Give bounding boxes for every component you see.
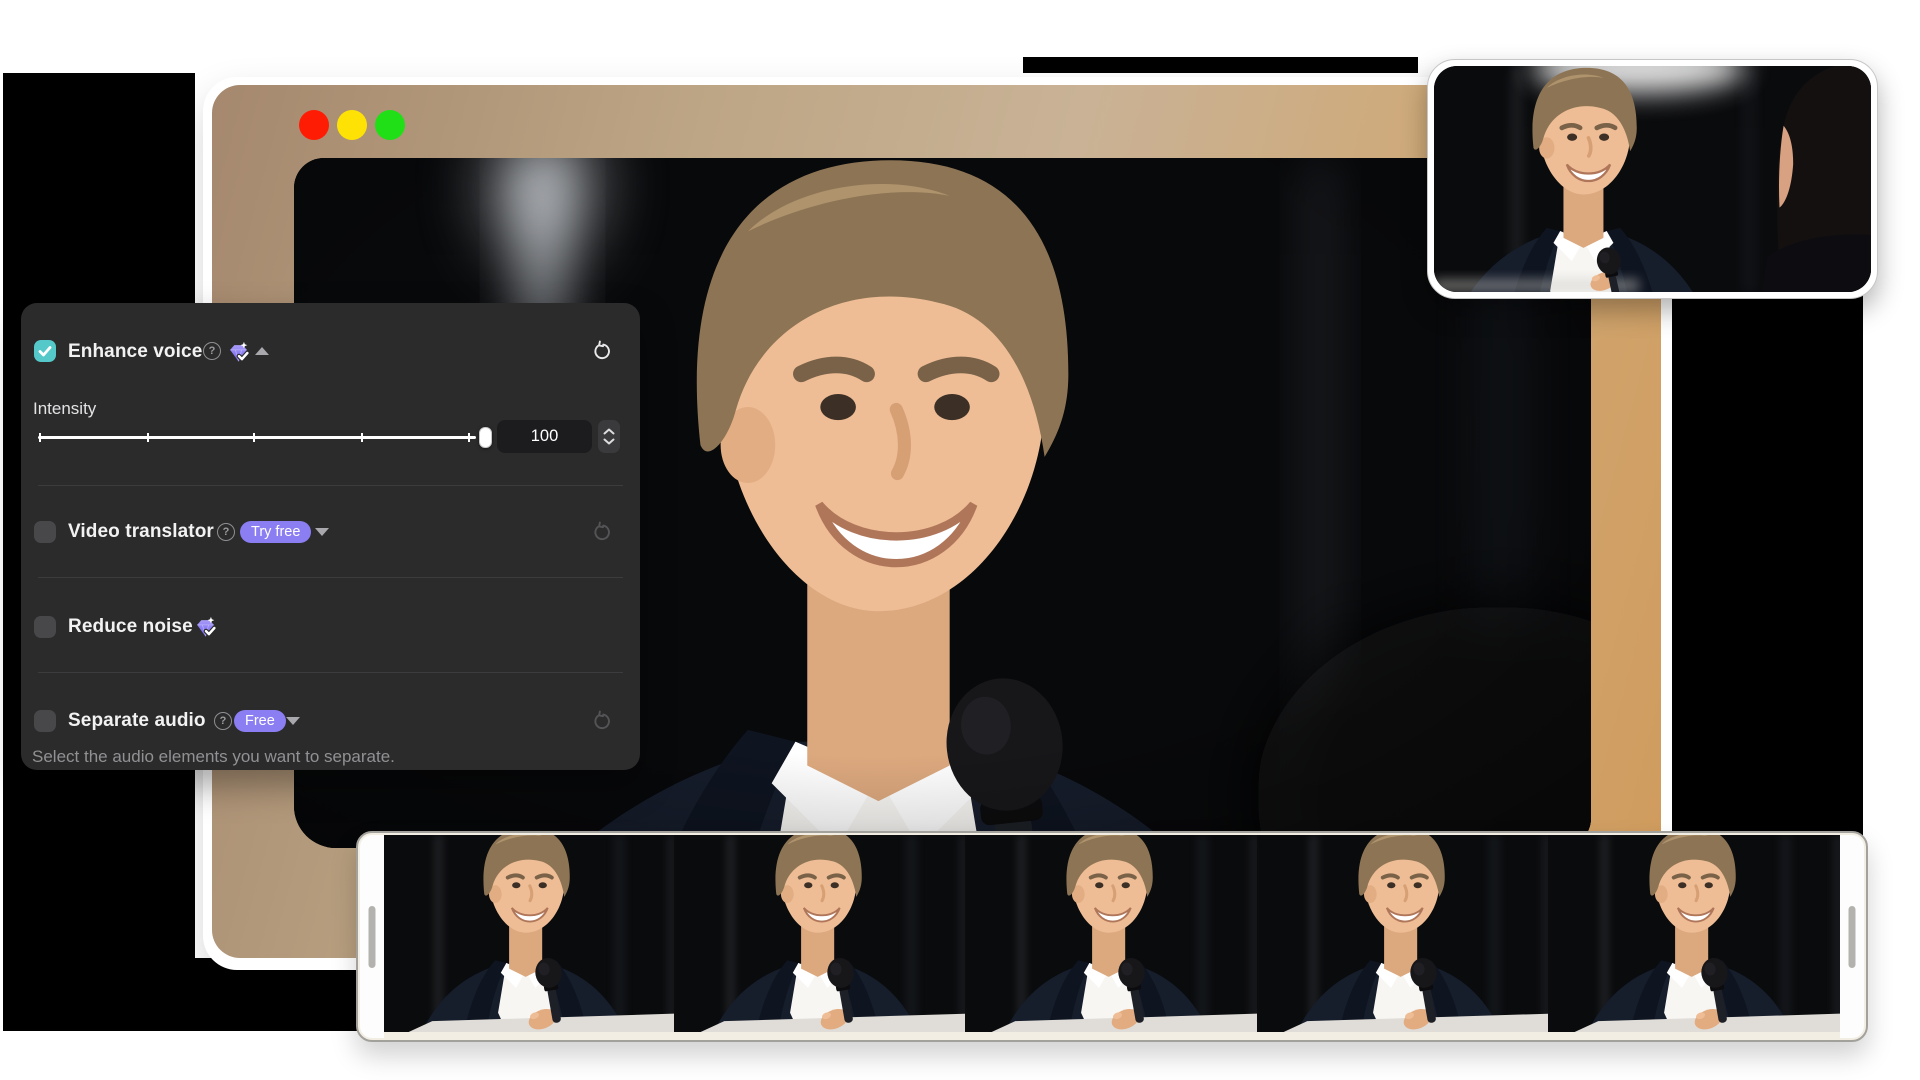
reset-icon[interactable] bbox=[592, 340, 614, 362]
reset-icon-disabled[interactable] bbox=[592, 521, 614, 543]
filmstrip-frame[interactable] bbox=[384, 835, 674, 1032]
zoom-window-button[interactable] bbox=[375, 110, 405, 140]
intensity-value: 100 bbox=[531, 427, 559, 446]
pip-thumbnail[interactable] bbox=[1427, 59, 1878, 299]
grip-icon bbox=[369, 906, 376, 968]
pip-video bbox=[1434, 66, 1871, 292]
video-translator-checkbox[interactable] bbox=[34, 521, 56, 543]
stepper-up-icon[interactable] bbox=[603, 428, 615, 435]
enhance-voice-checkbox[interactable] bbox=[34, 340, 56, 362]
slider-thumb[interactable] bbox=[479, 427, 492, 448]
filmstrip-frame[interactable] bbox=[676, 835, 966, 1032]
reduce-noise-checkbox[interactable] bbox=[34, 616, 56, 638]
collapse-up-icon[interactable] bbox=[254, 346, 270, 356]
video-translator-label: Video translator bbox=[68, 521, 214, 543]
frame-scene bbox=[676, 835, 966, 1032]
dropdown-icon[interactable] bbox=[314, 527, 330, 537]
pip-scene bbox=[1434, 66, 1871, 292]
filmstrip-frame[interactable] bbox=[967, 835, 1257, 1032]
frame-scene bbox=[967, 835, 1257, 1032]
separate-audio-checkbox[interactable] bbox=[34, 710, 56, 732]
trim-handle-left[interactable] bbox=[360, 835, 384, 1038]
frame-scene bbox=[1550, 835, 1840, 1032]
help-icon[interactable]: ? bbox=[217, 523, 235, 541]
slider-tick bbox=[253, 433, 255, 442]
backdrop-top-bar bbox=[1023, 57, 1418, 73]
separate-audio-label: Separate audio bbox=[68, 710, 206, 732]
frame-scene bbox=[1259, 835, 1549, 1032]
separate-audio-subtitle: Select the audio elements you want to se… bbox=[32, 747, 395, 767]
minimize-window-button[interactable] bbox=[337, 110, 367, 140]
stepper-down-icon[interactable] bbox=[603, 438, 615, 445]
stage: Enhance voice ? Intensity 100 bbox=[0, 0, 1920, 1080]
intensity-label: Intensity bbox=[33, 399, 96, 419]
frame-scene bbox=[384, 835, 674, 1032]
intensity-stepper[interactable] bbox=[598, 420, 620, 453]
close-window-button[interactable] bbox=[299, 110, 329, 140]
grip-icon bbox=[1849, 906, 1856, 968]
trim-handle-right[interactable] bbox=[1840, 835, 1864, 1038]
enhance-voice-label: Enhance voice bbox=[68, 341, 202, 363]
divider bbox=[38, 672, 623, 673]
audio-settings-panel: Enhance voice ? Intensity 100 bbox=[21, 303, 640, 770]
filmstrip-frame[interactable] bbox=[1550, 835, 1840, 1032]
filmstrip-frame[interactable] bbox=[1259, 835, 1549, 1032]
reduce-noise-label: Reduce noise bbox=[68, 616, 193, 638]
filmstrip-frames[interactable] bbox=[384, 835, 1840, 1032]
divider bbox=[38, 577, 623, 578]
help-icon[interactable]: ? bbox=[203, 342, 221, 360]
check-icon bbox=[34, 340, 56, 362]
gem-icon[interactable] bbox=[227, 341, 250, 364]
traffic-lights bbox=[299, 110, 405, 140]
slider-tick bbox=[147, 433, 149, 442]
divider bbox=[38, 485, 623, 486]
intensity-slider[interactable] bbox=[38, 424, 476, 452]
slider-tick bbox=[39, 433, 41, 442]
gem-icon[interactable] bbox=[194, 616, 217, 639]
free-badge[interactable]: Free bbox=[234, 710, 286, 732]
help-icon[interactable]: ? bbox=[214, 712, 232, 730]
try-free-badge[interactable]: Try free bbox=[240, 521, 311, 543]
reset-icon-disabled[interactable] bbox=[592, 710, 614, 732]
intensity-value-input[interactable]: 100 bbox=[497, 420, 592, 453]
slider-tick bbox=[361, 433, 363, 442]
timeline-filmstrip[interactable] bbox=[356, 831, 1868, 1042]
dropdown-icon[interactable] bbox=[285, 716, 301, 726]
slider-track[interactable] bbox=[38, 436, 476, 439]
slider-tick bbox=[468, 433, 470, 442]
